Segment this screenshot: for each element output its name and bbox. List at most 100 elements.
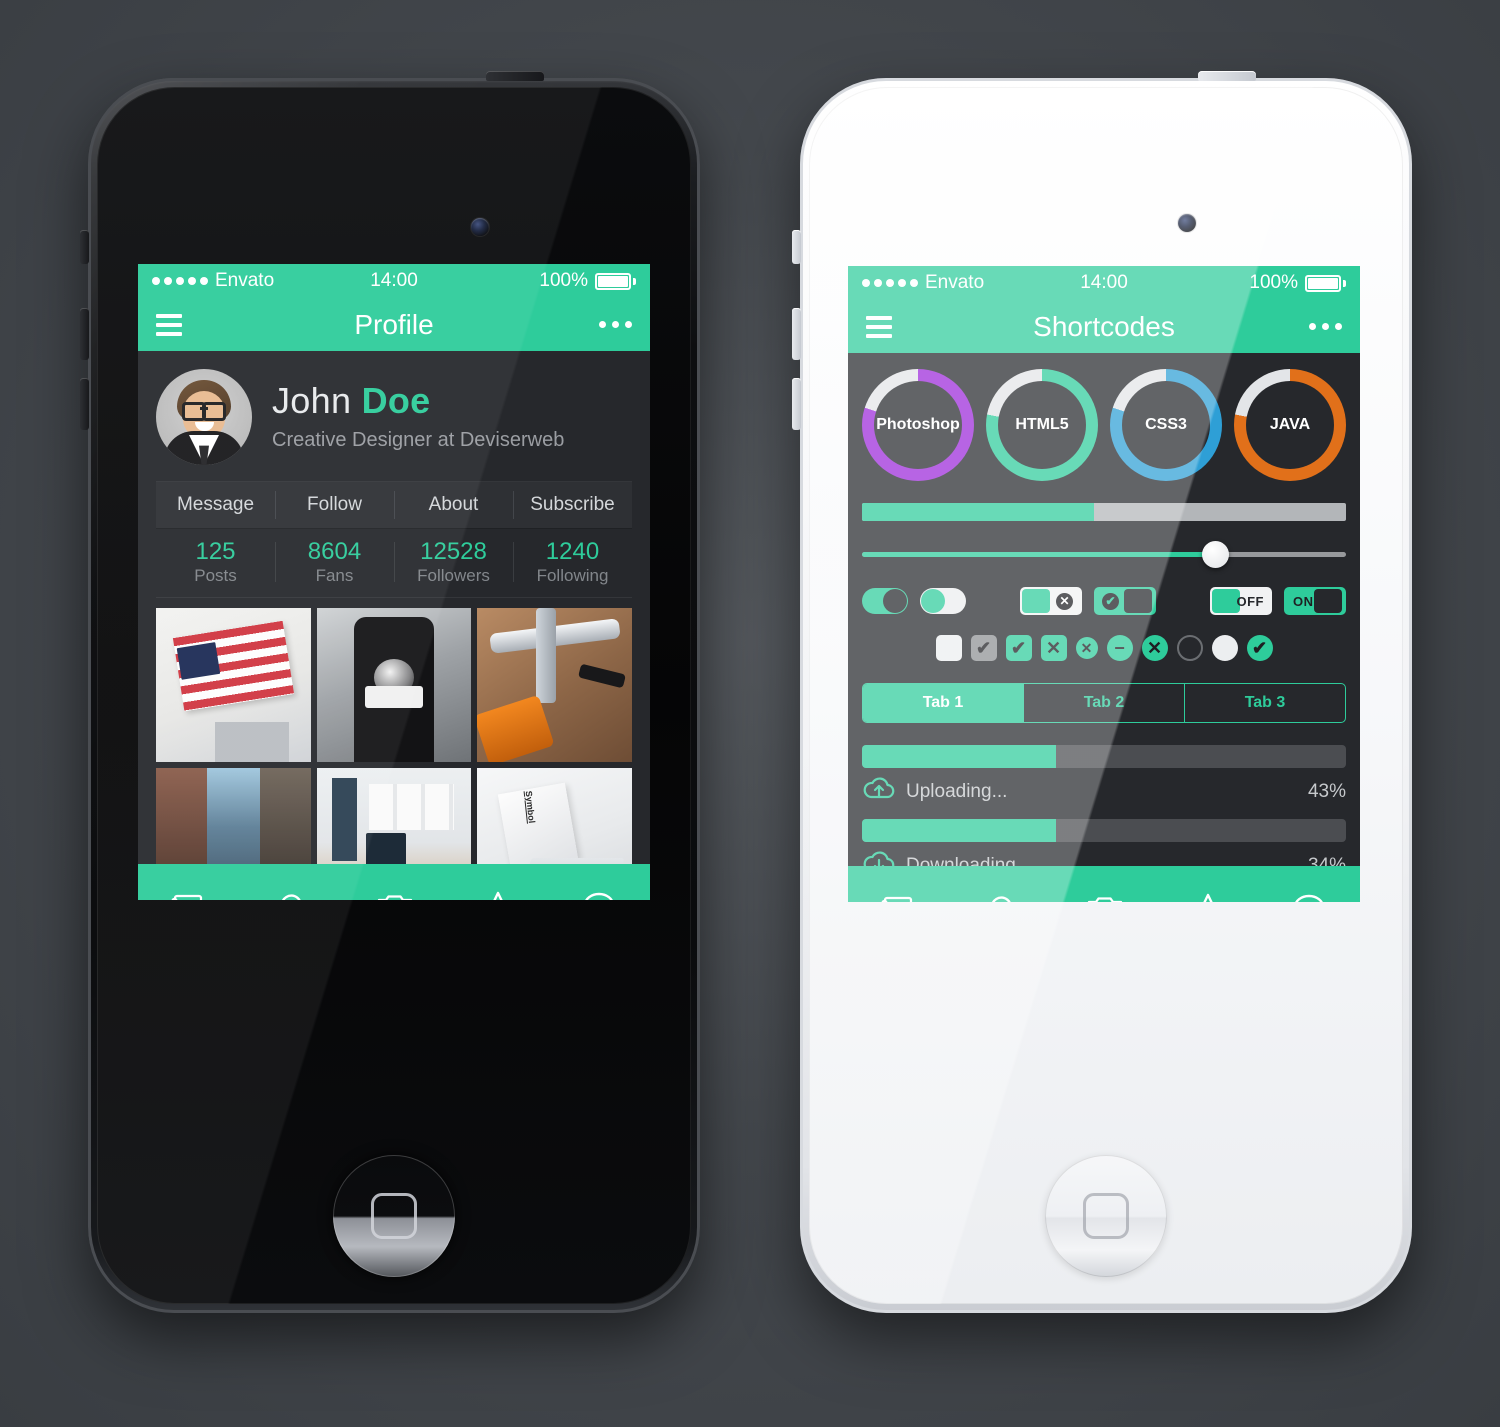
skill-donut-css3: CSS3 xyxy=(1110,369,1222,481)
checkbox-x-green[interactable]: ✕ xyxy=(1040,635,1067,661)
action-follow[interactable]: Follow xyxy=(275,482,394,528)
avatar xyxy=(156,369,252,465)
home-button[interactable] xyxy=(1045,1155,1167,1277)
radio-minus-green[interactable]: − xyxy=(1106,635,1133,661)
city-street-photo[interactable] xyxy=(156,768,311,864)
battery-tip-icon xyxy=(633,277,636,285)
checkbox-checked-gray[interactable]: ✔ xyxy=(970,635,997,661)
download-label: Downloading... xyxy=(906,854,1032,867)
photo-grid: Symbol xyxy=(138,598,650,864)
news-icon[interactable] xyxy=(881,894,915,902)
skill-label-html5: HTML5 xyxy=(998,381,1086,469)
stat-fans-value: 8604 xyxy=(307,538,362,565)
volume-up-button[interactable] xyxy=(792,308,801,360)
slider-knob[interactable] xyxy=(1202,541,1230,568)
square-toggle-on[interactable]: ON xyxy=(1284,587,1346,615)
stat-posts-value: 125 xyxy=(195,538,236,565)
square-toggle-green-check[interactable]: ✔ xyxy=(1094,587,1156,615)
stat-followers[interactable]: 12528 Followers xyxy=(394,538,513,586)
front-camera xyxy=(1178,214,1196,232)
toggle-off-label: OFF xyxy=(1236,593,1264,609)
upload-progress-track xyxy=(862,745,1346,768)
radio-x-green[interactable]: ✕ xyxy=(1141,635,1168,661)
toggle-group: ✕ ✔ OFF ON xyxy=(862,587,1346,615)
checkbox-checked-green[interactable]: ✔ xyxy=(1005,635,1032,661)
stat-following[interactable]: 1240 Following xyxy=(513,538,632,586)
volume-up-button[interactable] xyxy=(80,308,89,360)
checkbox-group: ✔ ✔ ✕ ✕ − ✕ ✔ xyxy=(862,635,1346,661)
page-title: Shortcodes xyxy=(1033,310,1175,342)
profile-name: John Doe xyxy=(272,381,564,421)
skill-donut-photoshop: Photoshop xyxy=(862,369,974,481)
profile-stats: 125 Posts 8604 Fans 12528 Followers 1240… xyxy=(156,529,632,598)
profile-first-name: John xyxy=(272,379,352,421)
silent-switch[interactable] xyxy=(792,230,801,264)
radio-filled-white[interactable] xyxy=(1211,635,1238,661)
cloud-upload-icon xyxy=(862,776,896,807)
chat-icon[interactable] xyxy=(581,891,617,900)
tab-2[interactable]: Tab 2 xyxy=(1023,684,1184,722)
power-button[interactable] xyxy=(486,71,544,81)
photographer-camera-photo[interactable] xyxy=(316,607,472,763)
camera-icon[interactable] xyxy=(376,892,414,900)
profile-text: John Doe Creative Designer at Deviserweb xyxy=(272,381,564,453)
tab-3[interactable]: Tab 3 xyxy=(1184,684,1345,722)
stat-fans[interactable]: 8604 Fans xyxy=(275,538,394,586)
bicycle-handlebar-photo[interactable] xyxy=(477,607,632,763)
power-button[interactable] xyxy=(1198,71,1256,81)
shortcodes-body: Photoshop HTML5 CSS3 JAVA ✕ ✔ OFF ON ✔ ✔… xyxy=(848,353,1360,866)
bottom-tab-bar xyxy=(138,864,650,900)
more-dots-icon[interactable] xyxy=(599,321,632,328)
news-icon[interactable] xyxy=(171,892,205,900)
star-icon[interactable] xyxy=(1190,892,1226,902)
stat-posts[interactable]: 125 Posts xyxy=(156,538,275,586)
square-toggle-white-x[interactable]: ✕ xyxy=(1020,587,1082,615)
action-about[interactable]: About xyxy=(394,482,513,528)
volume-down-button[interactable] xyxy=(792,378,801,430)
silent-switch[interactable] xyxy=(80,230,89,264)
download-progress-row: Downloading... 34% xyxy=(862,850,1346,866)
chat-icon[interactable] xyxy=(1291,893,1327,902)
home-button[interactable] xyxy=(333,1155,455,1277)
profile-header: John Doe Creative Designer at Deviserweb xyxy=(138,351,650,481)
tab-1[interactable]: Tab 1 xyxy=(863,684,1023,722)
bottom-tab-bar xyxy=(848,866,1360,902)
action-message[interactable]: Message xyxy=(156,482,275,528)
stat-fans-label: Fans xyxy=(315,565,354,585)
stat-following-value: 1240 xyxy=(545,538,600,565)
american-flag-photo[interactable] xyxy=(156,607,311,763)
radio-empty-outline[interactable] xyxy=(1176,635,1203,661)
phone-black: Envato 14:00 100% Profile John Doe Creat… xyxy=(80,71,700,1313)
profile-body: John Doe Creative Designer at Deviserweb… xyxy=(138,351,650,864)
pill-toggle-dark-knob[interactable] xyxy=(862,588,908,614)
camera-icon[interactable] xyxy=(1086,894,1124,902)
volume-down-button[interactable] xyxy=(80,378,89,430)
action-subscribe[interactable]: Subscribe xyxy=(513,482,632,528)
screen-shortcodes: Envato 14:00 100% Shortcodes Photoshop H… xyxy=(848,266,1360,902)
upload-progress-fill xyxy=(862,745,1056,768)
status-battery-group: 100% xyxy=(1249,272,1346,294)
stat-following-label: Following xyxy=(536,565,609,585)
profile-last-name: Doe xyxy=(361,379,431,421)
status-bar: Envato 14:00 100% xyxy=(848,266,1360,300)
cloud-icon[interactable] xyxy=(980,895,1020,902)
pill-toggle-light[interactable] xyxy=(920,588,966,614)
more-dots-icon[interactable] xyxy=(1309,323,1342,330)
office-desk-photo[interactable] xyxy=(316,768,472,864)
star-icon[interactable] xyxy=(480,890,516,900)
checkbox-empty-white[interactable] xyxy=(935,635,962,661)
laptop-symbol-photo[interactable]: Symbol xyxy=(477,768,632,864)
toggle-on-label: ON xyxy=(1293,593,1314,609)
range-slider[interactable] xyxy=(862,541,1346,568)
download-progress-track xyxy=(862,819,1346,842)
upload-label: Uploading... xyxy=(906,780,1008,802)
nav-bar: Profile xyxy=(138,298,650,351)
radio-x-small-green[interactable]: ✕ xyxy=(1075,637,1098,659)
stat-followers-value: 12528 xyxy=(420,538,487,565)
radio-check-green[interactable]: ✔ xyxy=(1246,635,1273,661)
battery-icon xyxy=(595,272,631,290)
cloud-icon[interactable] xyxy=(270,893,310,900)
square-toggle-off[interactable]: OFF xyxy=(1210,587,1272,615)
profile-subtitle: Creative Designer at Deviserweb xyxy=(272,428,565,451)
profile-actions: Message Follow About Subscribe xyxy=(156,481,632,529)
